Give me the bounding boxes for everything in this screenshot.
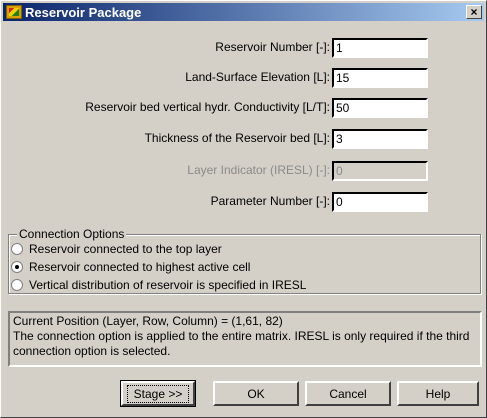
- land-surface-elevation-label: Land-Surface Elevation [L]:: [185, 70, 330, 84]
- help-button[interactable]: Help: [397, 381, 479, 406]
- option-label: Vertical distribution of reservoir is sp…: [29, 278, 307, 292]
- option-highest-active-cell[interactable]: Reservoir connected to highest active ce…: [11, 259, 250, 275]
- close-button[interactable]: ×: [466, 5, 482, 19]
- window-title: Reservoir Package: [25, 4, 142, 20]
- field-row-bed-thickness: Thickness of the Reservoir bed [L]:: [1, 129, 487, 149]
- reservoir-number-input[interactable]: [332, 38, 428, 58]
- connection-options-title: Connection Options: [17, 227, 127, 241]
- ok-button[interactable]: OK: [213, 381, 299, 406]
- layer-indicator-input: [332, 161, 428, 181]
- help-button-label: Help: [425, 386, 451, 401]
- radio-button[interactable]: [11, 279, 23, 291]
- field-row-bed-conductivity: Reservoir bed vertical hydr. Conductivit…: [1, 98, 487, 118]
- title-bar: Reservoir Package ×: [3, 3, 484, 21]
- option-label: Reservoir connected to highest active ce…: [29, 260, 251, 274]
- radio-button[interactable]: [11, 243, 23, 255]
- layer-indicator-label: Layer Indicator (IRESL) [-]:: [187, 163, 330, 177]
- radio-button-selected[interactable]: [11, 261, 23, 273]
- bed-thickness-label: Thickness of the Reservoir bed [L]:: [144, 131, 330, 145]
- cancel-button-label: Cancel: [329, 386, 367, 401]
- option-top-layer[interactable]: Reservoir connected to the top layer: [11, 241, 222, 257]
- bed-conductivity-label: Reservoir bed vertical hydr. Conductivit…: [85, 100, 330, 114]
- info-description-text: The connection option is applied to the …: [13, 329, 470, 358]
- connection-options-group: Connection Options Reservoir connected t…: [8, 227, 481, 294]
- field-row-reservoir-number: Reservoir Number [-]:: [1, 38, 487, 58]
- land-surface-elevation-input[interactable]: [332, 68, 428, 88]
- option-vertical-distribution[interactable]: Vertical distribution of reservoir is sp…: [11, 277, 306, 293]
- ok-button-label: OK: [247, 386, 265, 401]
- current-position-text: Current Position (Layer, Row, Column) = …: [13, 314, 283, 328]
- field-row-layer-indicator: Layer Indicator (IRESL) [-]:: [1, 161, 487, 181]
- field-row-land-surface-elevation: Land-Surface Elevation [L]:: [1, 68, 487, 88]
- cancel-button[interactable]: Cancel: [305, 381, 391, 406]
- reservoir-package-dialog: Reservoir Package × Reservoir Number [-]…: [0, 0, 487, 418]
- stage-button-label: Stage >>: [126, 384, 190, 403]
- bed-thickness-input[interactable]: [332, 129, 428, 149]
- option-label: Reservoir connected to the top layer: [29, 242, 222, 256]
- bed-conductivity-input[interactable]: [332, 98, 428, 118]
- field-row-parameter-number: Parameter Number [-]:: [1, 192, 487, 212]
- parameter-number-input[interactable]: [332, 192, 428, 212]
- info-panel: Current Position (Layer, Row, Column) = …: [8, 311, 482, 367]
- app-icon: [6, 5, 22, 19]
- reservoir-number-label: Reservoir Number [-]:: [215, 40, 330, 54]
- parameter-number-label: Parameter Number [-]:: [210, 194, 330, 208]
- stage-button[interactable]: Stage >>: [120, 380, 196, 407]
